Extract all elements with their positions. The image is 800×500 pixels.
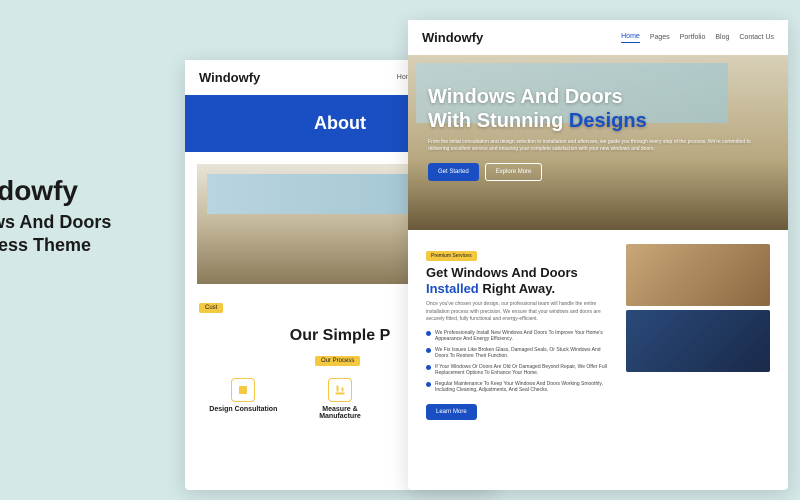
- process-tag: Our Process: [315, 356, 360, 366]
- hero: Windows And Doors With Stunning Designs …: [408, 55, 788, 230]
- tag: Cust: [199, 303, 223, 313]
- header: Windowfy Home Pages Portfolio Blog Conta…: [408, 20, 788, 55]
- hero-desc: From the initial consultation and design…: [428, 139, 768, 153]
- process-item: Measure & Manufacture: [296, 378, 385, 420]
- measure-icon: [328, 378, 352, 402]
- service-image-1: [626, 244, 770, 306]
- nav-contact[interactable]: Contact Us: [739, 34, 774, 41]
- list-item: If Your Windows Or Doors Are Old Or Dama…: [426, 364, 614, 377]
- nav-pages[interactable]: Pages: [650, 34, 670, 41]
- promo-title: ndowfy: [0, 175, 180, 207]
- services-tag: Premium Services: [426, 251, 477, 261]
- learn-more-button[interactable]: Learn More: [426, 404, 477, 420]
- process-item: Design Consultation: [199, 378, 288, 420]
- logo[interactable]: Windowfy: [199, 70, 260, 85]
- promo-subtitle: ows And Doors press Theme: [0, 211, 180, 258]
- nav-home[interactable]: Home: [621, 33, 640, 43]
- nav-blog[interactable]: Blog: [715, 34, 729, 41]
- services-section: Premium Services Get Windows And Doors I…: [408, 230, 788, 434]
- bullet-icon: [426, 382, 431, 387]
- services-content: Premium Services Get Windows And Doors I…: [426, 244, 614, 420]
- services-desc: Once you've chosen your design, our prof…: [426, 301, 614, 324]
- list-item: We Fix Issues Like Broken Glass, Damaged…: [426, 347, 614, 360]
- bullet-icon: [426, 365, 431, 370]
- service-image-2: [626, 310, 770, 372]
- nav: Home Pages Portfolio Blog Contact Us: [621, 33, 774, 43]
- hero-buttons: Get Started Explore More: [428, 163, 768, 181]
- explore-more-button[interactable]: Explore More: [485, 163, 543, 181]
- promo-text: ndowfy ows And Doors press Theme: [0, 175, 180, 258]
- get-started-button[interactable]: Get Started: [428, 163, 479, 181]
- logo[interactable]: Windowfy: [422, 30, 483, 45]
- home-page-card: Windowfy Home Pages Portfolio Blog Conta…: [408, 20, 788, 490]
- services-list: We Professionally Install New Windows An…: [426, 330, 614, 394]
- bullet-icon: [426, 331, 431, 336]
- services-title: Get Windows And Doors Installed Right Aw…: [426, 265, 614, 296]
- services-images: [626, 244, 770, 420]
- design-icon: [231, 378, 255, 402]
- nav-portfolio[interactable]: Portfolio: [680, 34, 706, 41]
- bullet-icon: [426, 348, 431, 353]
- list-item: We Professionally Install New Windows An…: [426, 330, 614, 343]
- list-item: Regular Maintenance To Keep Your Windows…: [426, 381, 614, 394]
- hero-title: Windows And Doors With Stunning Designs: [428, 85, 768, 133]
